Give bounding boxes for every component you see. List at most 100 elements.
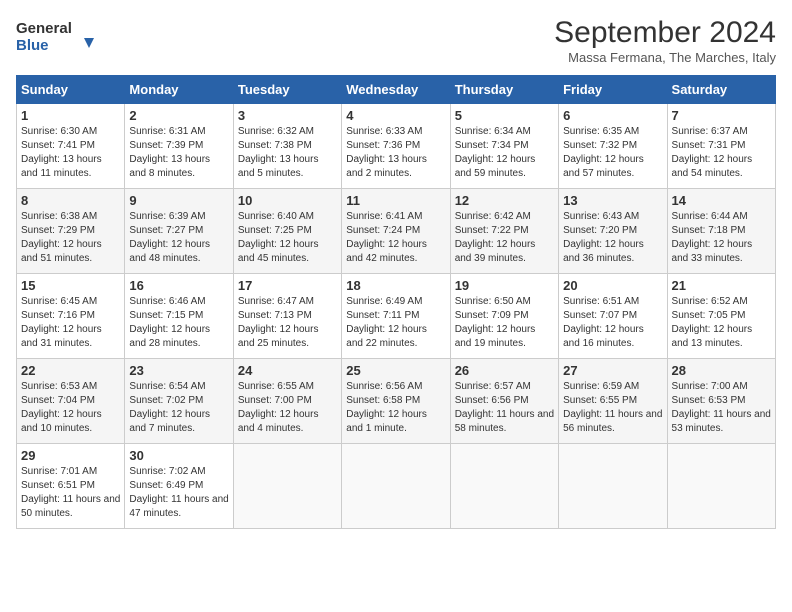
day-detail: Sunrise: 6:47 AMSunset: 7:13 PMDaylight:… (238, 296, 319, 349)
day-detail: Sunrise: 6:54 AMSunset: 7:02 PMDaylight:… (129, 381, 210, 434)
day-number: 6 (563, 108, 662, 123)
calendar-cell: 28 Sunrise: 7:00 AMSunset: 6:53 PMDaylig… (667, 359, 775, 444)
day-detail: Sunrise: 6:53 AMSunset: 7:04 PMDaylight:… (21, 381, 102, 434)
day-detail: Sunrise: 6:39 AMSunset: 7:27 PMDaylight:… (129, 211, 210, 264)
day-number: 9 (129, 193, 228, 208)
logo-container: General Blue (16, 16, 106, 54)
calendar-cell: 10 Sunrise: 6:40 AMSunset: 7:25 PMDaylig… (233, 189, 341, 274)
day-detail: Sunrise: 6:51 AMSunset: 7:07 PMDaylight:… (563, 296, 644, 349)
day-number: 28 (672, 363, 771, 378)
calendar-cell: 14 Sunrise: 6:44 AMSunset: 7:18 PMDaylig… (667, 189, 775, 274)
day-detail: Sunrise: 6:30 AMSunset: 7:41 PMDaylight:… (21, 126, 102, 179)
weekday-header-sunday: Sunday (17, 76, 125, 104)
day-number: 29 (21, 448, 120, 463)
day-number: 25 (346, 363, 445, 378)
weekday-header-saturday: Saturday (667, 76, 775, 104)
day-detail: Sunrise: 6:56 AMSunset: 6:58 PMDaylight:… (346, 381, 427, 434)
calendar-cell: 20 Sunrise: 6:51 AMSunset: 7:07 PMDaylig… (559, 274, 667, 359)
calendar-cell: 17 Sunrise: 6:47 AMSunset: 7:13 PMDaylig… (233, 274, 341, 359)
calendar-cell (233, 444, 341, 529)
calendar-cell: 16 Sunrise: 6:46 AMSunset: 7:15 PMDaylig… (125, 274, 233, 359)
svg-text:General: General (16, 20, 72, 37)
weekday-header-friday: Friday (559, 76, 667, 104)
day-detail: Sunrise: 6:43 AMSunset: 7:20 PMDaylight:… (563, 211, 644, 264)
calendar-cell: 22 Sunrise: 6:53 AMSunset: 7:04 PMDaylig… (17, 359, 125, 444)
day-number: 13 (563, 193, 662, 208)
calendar-location: Massa Fermana, The Marches, Italy (554, 50, 776, 65)
calendar-cell: 24 Sunrise: 6:55 AMSunset: 7:00 PMDaylig… (233, 359, 341, 444)
calendar-cell: 4 Sunrise: 6:33 AMSunset: 7:36 PMDayligh… (342, 104, 450, 189)
calendar-cell: 5 Sunrise: 6:34 AMSunset: 7:34 PMDayligh… (450, 104, 558, 189)
calendar-cell: 27 Sunrise: 6:59 AMSunset: 6:55 PMDaylig… (559, 359, 667, 444)
day-number: 18 (346, 278, 445, 293)
day-detail: Sunrise: 6:59 AMSunset: 6:55 PMDaylight:… (563, 381, 662, 434)
day-detail: Sunrise: 6:32 AMSunset: 7:38 PMDaylight:… (238, 126, 319, 179)
calendar-cell: 29 Sunrise: 7:01 AMSunset: 6:51 PMDaylig… (17, 444, 125, 529)
calendar-cell (450, 444, 558, 529)
day-detail: Sunrise: 6:31 AMSunset: 7:39 PMDaylight:… (129, 126, 210, 179)
day-detail: Sunrise: 6:38 AMSunset: 7:29 PMDaylight:… (21, 211, 102, 264)
day-number: 14 (672, 193, 771, 208)
day-detail: Sunrise: 6:50 AMSunset: 7:09 PMDaylight:… (455, 296, 536, 349)
day-number: 8 (21, 193, 120, 208)
calendar-cell (342, 444, 450, 529)
calendar-cell: 9 Sunrise: 6:39 AMSunset: 7:27 PMDayligh… (125, 189, 233, 274)
day-number: 1 (21, 108, 120, 123)
calendar-title: September 2024 (554, 16, 776, 50)
generalblue-logo: General Blue (16, 16, 106, 54)
calendar-cell: 30 Sunrise: 7:02 AMSunset: 6:49 PMDaylig… (125, 444, 233, 529)
day-number: 3 (238, 108, 337, 123)
day-number: 24 (238, 363, 337, 378)
day-detail: Sunrise: 6:37 AMSunset: 7:31 PMDaylight:… (672, 126, 753, 179)
day-detail: Sunrise: 6:35 AMSunset: 7:32 PMDaylight:… (563, 126, 644, 179)
calendar-cell: 15 Sunrise: 6:45 AMSunset: 7:16 PMDaylig… (17, 274, 125, 359)
calendar-cell: 25 Sunrise: 6:56 AMSunset: 6:58 PMDaylig… (342, 359, 450, 444)
day-detail: Sunrise: 6:49 AMSunset: 7:11 PMDaylight:… (346, 296, 427, 349)
day-number: 30 (129, 448, 228, 463)
day-number: 2 (129, 108, 228, 123)
day-number: 21 (672, 278, 771, 293)
day-number: 16 (129, 278, 228, 293)
day-number: 26 (455, 363, 554, 378)
day-number: 10 (238, 193, 337, 208)
weekday-header-monday: Monday (125, 76, 233, 104)
calendar-cell: 26 Sunrise: 6:57 AMSunset: 6:56 PMDaylig… (450, 359, 558, 444)
day-number: 15 (21, 278, 120, 293)
calendar-cell: 19 Sunrise: 6:50 AMSunset: 7:09 PMDaylig… (450, 274, 558, 359)
calendar-cell: 23 Sunrise: 6:54 AMSunset: 7:02 PMDaylig… (125, 359, 233, 444)
calendar-cell: 18 Sunrise: 6:49 AMSunset: 7:11 PMDaylig… (342, 274, 450, 359)
weekday-header-wednesday: Wednesday (342, 76, 450, 104)
day-detail: Sunrise: 6:44 AMSunset: 7:18 PMDaylight:… (672, 211, 753, 264)
day-detail: Sunrise: 6:45 AMSunset: 7:16 PMDaylight:… (21, 296, 102, 349)
day-detail: Sunrise: 6:42 AMSunset: 7:22 PMDaylight:… (455, 211, 536, 264)
day-detail: Sunrise: 6:33 AMSunset: 7:36 PMDaylight:… (346, 126, 427, 179)
calendar-cell: 7 Sunrise: 6:37 AMSunset: 7:31 PMDayligh… (667, 104, 775, 189)
day-number: 23 (129, 363, 228, 378)
day-detail: Sunrise: 6:46 AMSunset: 7:15 PMDaylight:… (129, 296, 210, 349)
day-detail: Sunrise: 6:55 AMSunset: 7:00 PMDaylight:… (238, 381, 319, 434)
calendar-cell: 12 Sunrise: 6:42 AMSunset: 7:22 PMDaylig… (450, 189, 558, 274)
day-detail: Sunrise: 6:57 AMSunset: 6:56 PMDaylight:… (455, 381, 554, 434)
day-number: 20 (563, 278, 662, 293)
calendar-cell: 8 Sunrise: 6:38 AMSunset: 7:29 PMDayligh… (17, 189, 125, 274)
svg-text:Blue: Blue (16, 37, 49, 54)
calendar-table: SundayMondayTuesdayWednesdayThursdayFrid… (16, 75, 776, 529)
day-number: 11 (346, 193, 445, 208)
day-detail: Sunrise: 7:02 AMSunset: 6:49 PMDaylight:… (129, 466, 228, 519)
day-number: 5 (455, 108, 554, 123)
calendar-cell: 3 Sunrise: 6:32 AMSunset: 7:38 PMDayligh… (233, 104, 341, 189)
day-number: 27 (563, 363, 662, 378)
calendar-cell: 1 Sunrise: 6:30 AMSunset: 7:41 PMDayligh… (17, 104, 125, 189)
weekday-header-thursday: Thursday (450, 76, 558, 104)
day-detail: Sunrise: 7:00 AMSunset: 6:53 PMDaylight:… (672, 381, 771, 434)
day-detail: Sunrise: 6:34 AMSunset: 7:34 PMDaylight:… (455, 126, 536, 179)
weekday-header-tuesday: Tuesday (233, 76, 341, 104)
calendar-cell (559, 444, 667, 529)
calendar-cell: 2 Sunrise: 6:31 AMSunset: 7:39 PMDayligh… (125, 104, 233, 189)
calendar-cell: 11 Sunrise: 6:41 AMSunset: 7:24 PMDaylig… (342, 189, 450, 274)
day-number: 12 (455, 193, 554, 208)
calendar-cell: 13 Sunrise: 6:43 AMSunset: 7:20 PMDaylig… (559, 189, 667, 274)
calendar-cell: 21 Sunrise: 6:52 AMSunset: 7:05 PMDaylig… (667, 274, 775, 359)
calendar-cell (667, 444, 775, 529)
day-detail: Sunrise: 7:01 AMSunset: 6:51 PMDaylight:… (21, 466, 120, 519)
